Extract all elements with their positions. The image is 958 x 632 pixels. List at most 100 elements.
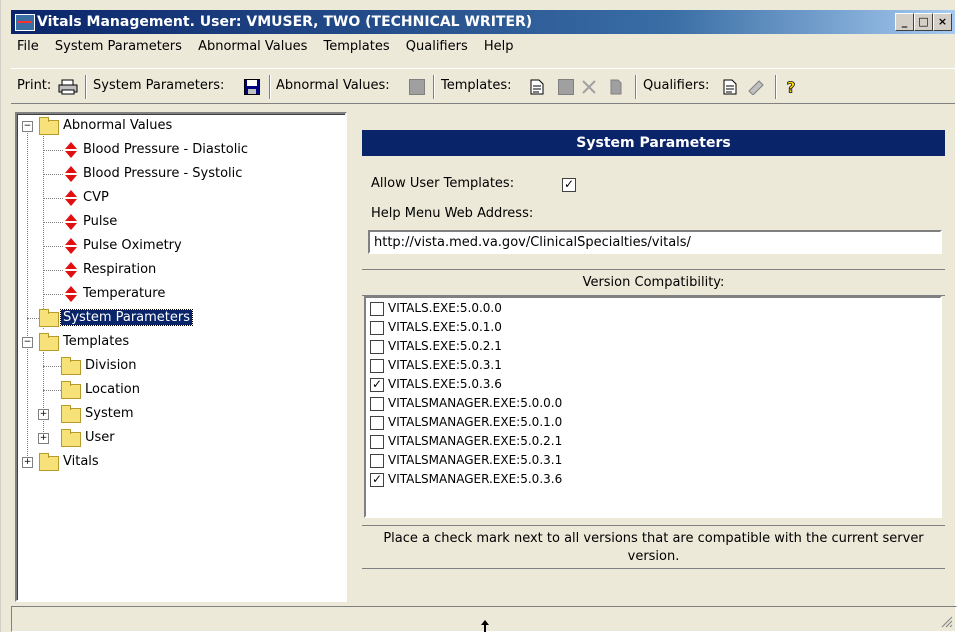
tree-node-user[interactable]: + User [17, 428, 337, 448]
panel-header: System Parameters [362, 130, 945, 156]
app-window: Vitals Management. User: VMUSER, TWO (TE… [0, 0, 957, 632]
folder-icon [61, 429, 81, 447]
version-checkbox[interactable] [370, 454, 384, 468]
version-checkbox[interactable]: ✓ [370, 378, 384, 392]
mouse-cursor-icon [481, 620, 489, 632]
new-template-icon[interactable] [529, 79, 545, 95]
help-url-field[interactable]: http://vista.med.va.gov/ClinicalSpecialt… [368, 230, 942, 254]
tree-label: Respiration [83, 262, 157, 277]
version-checkbox[interactable] [370, 302, 384, 316]
tree-label: CVP [83, 190, 109, 205]
tree-line [43, 270, 63, 271]
version-checkbox[interactable] [370, 435, 384, 449]
version-label: VITALS.EXE:5.0.3.1 [388, 358, 502, 372]
tree-node-respiration[interactable]: Respiration [17, 260, 337, 280]
menu-abnormal-values[interactable]: Abnormal Values [192, 36, 313, 54]
tree-node-bp-diastolic[interactable]: Blood Pressure - Diastolic [17, 140, 337, 160]
tree-label: User [85, 430, 115, 445]
up-down-arrows-icon [65, 286, 77, 302]
open-folder-icon [39, 117, 59, 135]
abnormal-save-icon[interactable] [409, 79, 425, 95]
tree-node-temperature[interactable]: Temperature [17, 284, 337, 304]
window-title: Vitals Management. User: VMUSER, TWO (TE… [37, 14, 532, 30]
menu-templates[interactable]: Templates [318, 36, 396, 54]
close-button[interactable]: × [933, 13, 952, 31]
toolbar-separator [269, 75, 271, 99]
tree-node-pulse[interactable]: Pulse [17, 212, 337, 232]
tree-line [43, 150, 63, 151]
toolbar-separator [775, 75, 777, 99]
menu-system-parameters[interactable]: System Parameters [49, 36, 188, 54]
up-down-arrows-icon [65, 214, 77, 230]
tree-node-location[interactable]: Location [17, 380, 337, 400]
version-label: VITALSMANAGER.EXE:5.0.3.1 [388, 453, 563, 467]
tree-label: Division [85, 358, 137, 373]
template-doc-icon[interactable] [608, 79, 624, 95]
print-label: Print: [17, 78, 52, 93]
version-checkbox[interactable] [370, 340, 384, 354]
tree-node-division[interactable]: Division [17, 356, 337, 376]
template-save-icon[interactable] [558, 79, 574, 95]
version-checkbox[interactable] [370, 359, 384, 373]
expand-icon[interactable]: + [38, 409, 49, 420]
menu-qualifiers[interactable]: Qualifiers [400, 36, 474, 54]
folder-icon [61, 381, 81, 399]
expand-icon[interactable]: + [38, 433, 49, 444]
tree-node-vitals[interactable]: + Vitals [17, 452, 337, 472]
qualifiers-label: Qualifiers: [643, 78, 710, 93]
tree-line [43, 366, 61, 367]
tree-node-pulse-oximetry[interactable]: Pulse Oximetry [17, 236, 337, 256]
tree-node-bp-systolic[interactable]: Blood Pressure - Systolic [17, 164, 337, 184]
templates-label: Templates: [441, 78, 512, 93]
tree-line [43, 222, 63, 223]
help-icon[interactable]: ? [785, 79, 799, 95]
tree-node-cvp[interactable]: CVP [17, 188, 337, 208]
open-folder-icon [39, 333, 59, 351]
up-down-arrows-icon [65, 190, 77, 206]
tree-node-abnormal-values[interactable]: − Abnormal Values [17, 116, 337, 136]
up-down-arrows-icon [65, 238, 77, 254]
tree-line [43, 174, 63, 175]
tree-node-templates[interactable]: − Templates [17, 332, 337, 352]
tree-node-system-parameters[interactable]: System Parameters [17, 308, 337, 328]
save-icon[interactable] [244, 79, 260, 95]
version-checkbox[interactable] [370, 416, 384, 430]
collapse-icon[interactable]: − [22, 337, 33, 348]
version-label: VITALSMANAGER.EXE:5.0.3.6 [388, 472, 563, 486]
tree-node-system[interactable]: + System [17, 404, 337, 424]
version-checkbox[interactable] [370, 397, 384, 411]
qualifier-edit-icon[interactable] [747, 79, 767, 95]
printer-icon[interactable] [58, 79, 78, 95]
sysparams-label: System Parameters: [93, 78, 225, 93]
tree-label: Blood Pressure - Diastolic [83, 142, 249, 157]
new-qualifier-icon[interactable] [722, 79, 738, 95]
menu-file[interactable]: File [11, 36, 45, 54]
maximize-button[interactable]: □ [914, 13, 933, 31]
toolbar-separator [433, 75, 435, 99]
expand-icon[interactable]: + [22, 457, 33, 468]
tree-label: Abnormal Values [63, 118, 173, 133]
tree-label: Templates [63, 334, 130, 349]
title-bar[interactable]: Vitals Management. User: VMUSER, TWO (TE… [11, 10, 955, 34]
version-checkbox[interactable]: ✓ [370, 473, 384, 487]
resize-grip-icon[interactable] [941, 616, 953, 628]
allow-user-templates-checkbox[interactable]: ✓ [562, 178, 576, 192]
navigation-tree[interactable]: − Abnormal Values Blood Pressure - Diast… [15, 112, 347, 602]
up-down-arrows-icon [65, 142, 77, 158]
version-label: VITALSMANAGER.EXE:5.0.2.1 [388, 434, 563, 448]
app-icon[interactable] [15, 14, 35, 31]
version-label: VITALSMANAGER.EXE:5.0.1.0 [388, 415, 563, 429]
up-down-arrows-icon [65, 262, 77, 278]
collapse-icon[interactable]: − [22, 121, 33, 132]
tree-line [43, 246, 63, 247]
version-checkbox[interactable] [370, 321, 384, 335]
menu-help[interactable]: Help [478, 36, 520, 54]
tree-line [27, 318, 39, 319]
version-compatibility-header: Version Compatibility: [362, 269, 945, 296]
delete-icon[interactable] [581, 79, 597, 95]
version-label: VITALS.EXE:5.0.1.0 [388, 320, 502, 334]
tree-line [43, 294, 63, 295]
minimize-button[interactable]: _ [895, 13, 914, 31]
version-list[interactable]: VITALS.EXE:5.0.0.0 VITALS.EXE:5.0.1.0 VI… [364, 296, 942, 518]
tree-label: Location [85, 382, 140, 397]
